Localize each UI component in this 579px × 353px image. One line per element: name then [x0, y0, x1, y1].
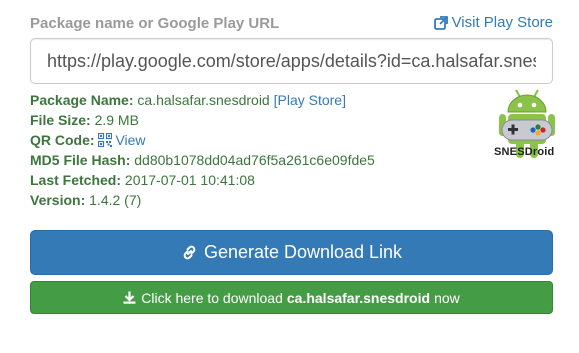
file-size-row: File Size: 2.9 MB	[30, 110, 490, 130]
package-info: Package Name: ca.halsafar.snesdroid [Pla…	[30, 90, 490, 210]
md5-key: MD5 File Hash:	[30, 152, 131, 168]
package-name-row: Package Name: ca.halsafar.snesdroid [Pla…	[30, 90, 490, 110]
file-size-key: File Size:	[30, 112, 91, 128]
download-suffix: now	[434, 289, 460, 306]
generate-download-link-button[interactable]: Generate Download Link	[30, 230, 553, 275]
visit-play-store-label: Visit Play Store	[451, 14, 553, 31]
version-value: 1.4.2 (7)	[89, 192, 142, 208]
qr-code-view-label: View	[115, 132, 146, 148]
visit-play-store-link[interactable]: Visit Play Store	[433, 14, 553, 31]
md5-row: MD5 File Hash: dd80b1078dd04ad76f5a261c6…	[30, 150, 490, 170]
generate-download-link-label: Generate Download Link	[203, 242, 403, 262]
download-apk-button[interactable]: Click here to download ca.halsafar.snesd…	[30, 281, 553, 314]
download-icon	[123, 291, 136, 304]
qr-code-key: QR Code:	[30, 132, 95, 148]
md5-value: dd80b1078dd04ad76f5a261c6e09fde5	[134, 152, 375, 168]
external-link-icon	[433, 15, 448, 30]
url-field-header: Package name or Google Play URL Visit Pl…	[30, 13, 553, 35]
play-store-link[interactable]: [Play Store]	[274, 92, 346, 108]
download-package-name: ca.halsafar.snesdroid	[286, 289, 431, 306]
last-fetched-key: Last Fetched:	[30, 172, 122, 188]
url-field-label: Package name or Google Play URL	[30, 15, 280, 32]
file-size-value: 2.9 MB	[94, 112, 139, 128]
version-row: Version: 1.4.2 (7)	[30, 190, 490, 210]
link-icon	[183, 245, 196, 260]
last-fetched-value: 2017-07-01 10:41:08	[124, 172, 255, 188]
qr-code-view-link[interactable]: View	[98, 132, 146, 148]
qr-code-icon	[98, 133, 113, 147]
package-name-value: ca.halsafar.snesdroid	[137, 92, 270, 108]
package-url-input[interactable]	[30, 38, 553, 84]
version-key: Version:	[30, 192, 86, 208]
app-icon-caption: SNESDroid	[494, 146, 555, 158]
download-prefix: Click here to download	[141, 289, 283, 306]
last-fetched-row: Last Fetched: 2017-07-01 10:41:08	[30, 170, 490, 190]
qr-code-row: QR Code: View	[30, 130, 490, 150]
package-name-key: Package Name:	[30, 92, 134, 108]
